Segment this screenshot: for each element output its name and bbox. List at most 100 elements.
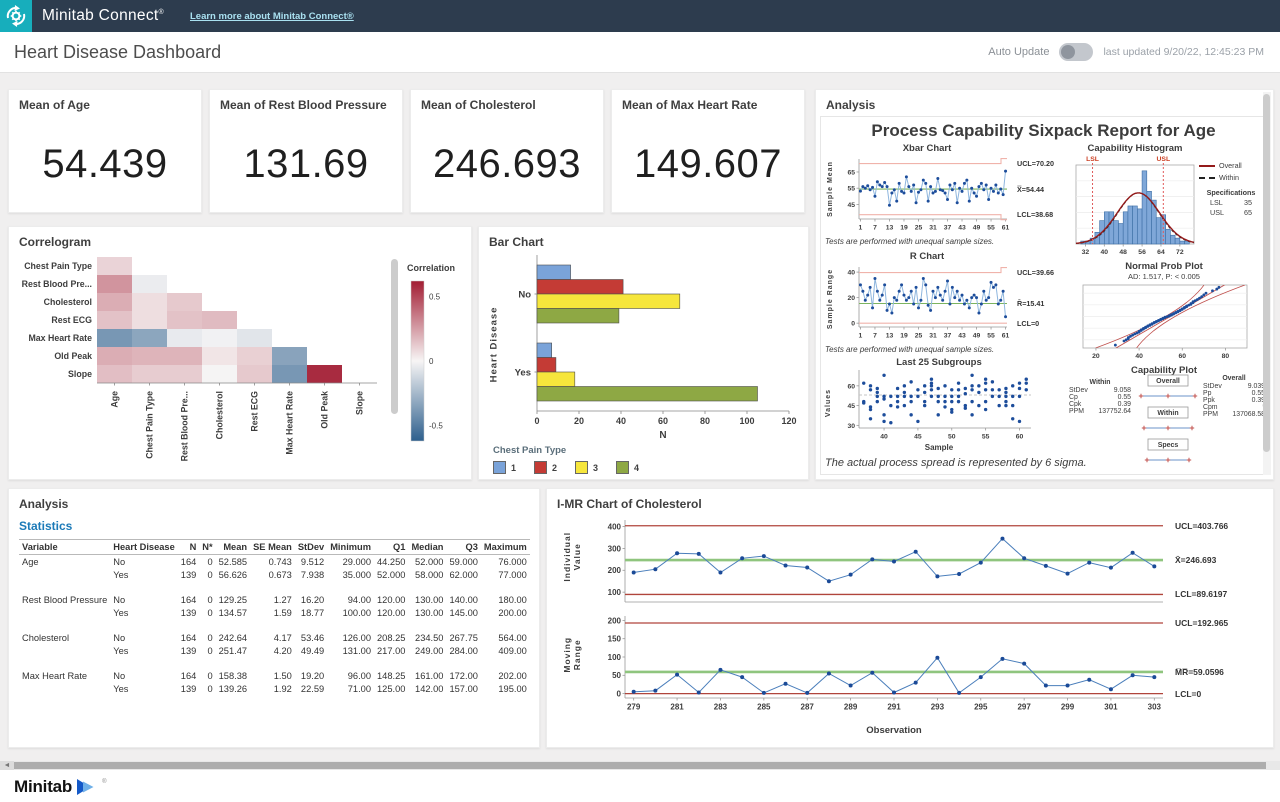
sync-gear-icon [4,4,28,28]
xbar-note: Tests are performed with unequal sample … [825,237,994,246]
scrollbar-thumb[interactable] [1263,94,1270,452]
imr-xlabel: Observation [625,725,1163,736]
auto-update-label: Auto Update [988,46,1049,58]
page-footer: ◄ Minitab ® [0,761,1280,802]
svg-text:100: 100 [739,416,754,426]
spec-row: USL65 [1210,208,1252,217]
column-header: Maximum [481,540,530,555]
horizontal-scrollbar[interactable]: ◄ [0,761,1280,770]
svg-text:45: 45 [914,433,922,440]
svg-text:281: 281 [670,703,684,712]
kpi-card-mean-max-hr: Mean of Max Heart Rate 149.607 [611,89,805,213]
svg-text:55: 55 [987,224,995,231]
svg-text:43: 43 [958,332,966,339]
svg-text:303: 303 [1148,703,1162,712]
learn-more-link[interactable]: Learn more about Minitab Connect® [190,11,354,22]
svg-text:Rest Blood Pre...: Rest Blood Pre... [180,391,190,461]
auto-update-toggle[interactable] [1059,43,1093,61]
limit-label: LCL=38.68 [1017,210,1053,219]
svg-text:19: 19 [900,332,908,339]
svg-text:279: 279 [627,703,641,712]
legend-item-overall: Overall [1199,161,1263,170]
kpi-title: Mean of Age [19,98,90,112]
r-chart: 0204017131925313743495561UCL=39.66R̄=15.… [841,263,1091,341]
svg-text:0: 0 [429,357,434,366]
svg-text:295: 295 [974,703,988,712]
moving-range-chart: 0501001502002792812832852872892912932952… [591,611,1280,723]
svg-text:30: 30 [847,423,855,430]
table-row: AgeNo164052.5850.7439.51229.00044.25052.… [19,555,530,569]
capability-histogram: LSLUSL324048566472 [1073,153,1197,257]
svg-text:7: 7 [873,332,877,339]
column-header: Heart Disease [110,540,178,555]
legend-item-within: Within [1199,173,1263,182]
svg-text:100: 100 [608,653,622,662]
brand-title: Minitab Connect® [42,7,164,25]
svg-text:55: 55 [847,186,855,193]
svg-text:300: 300 [608,544,622,553]
table-row: Yes1390134.571.5918.77100.00120.00130.00… [19,606,530,619]
svg-text:60: 60 [847,383,855,390]
overall-line-swatch [1199,165,1215,167]
svg-text:56: 56 [1138,249,1146,256]
svg-text:50: 50 [612,671,621,680]
page-title: Heart Disease Dashboard [14,42,221,63]
column-header: SE Mean [250,540,295,555]
svg-text:49: 49 [973,332,981,339]
scroll-left-arrow-icon[interactable]: ◄ [0,761,14,770]
bar-chart-legend: Chest Pain Type 1234 [493,445,639,474]
last-updated-text: last updated 9/20/22, 12:45:23 PM [1103,46,1264,58]
svg-text:301: 301 [1104,703,1118,712]
column-header: StDev [295,540,327,555]
legend-title: Chest Pain Type [493,445,639,456]
svg-text:200: 200 [608,566,622,575]
svg-text:37: 37 [944,224,952,231]
svg-text:55: 55 [987,332,995,339]
svg-text:Slope: Slope [68,369,92,379]
top-navbar: Minitab Connect® Learn more about Minita… [0,0,1280,32]
legend-item: 3 [575,461,598,474]
stat-row: StDev9.058 [1069,387,1131,394]
scrollbar-thumb[interactable] [14,762,1266,769]
svg-text:19: 19 [900,224,908,231]
svg-text:293: 293 [931,703,945,712]
svg-text:299: 299 [1061,703,1075,712]
page-header: Heart Disease Dashboard Auto Update last… [0,32,1280,73]
svg-text:37: 37 [944,332,952,339]
panel-scrollbar[interactable] [1263,92,1271,475]
minitab-chevron-icon [76,778,98,796]
legend-item: 2 [534,461,557,474]
scrollbar-thumb[interactable] [391,259,398,414]
legend-item: 4 [616,461,639,474]
column-header: Q1 [374,540,408,555]
svg-text:USL: USL [1157,156,1171,163]
svg-text:20: 20 [847,295,855,302]
svg-text:200: 200 [608,616,622,625]
statistics-section-title: Statistics [19,519,72,533]
stat-row: Ppk0.39 [1203,397,1265,404]
panel-title: Analysis [826,98,875,112]
hist-legend: Overall Within Specifications LSL35USL65 [1199,161,1263,217]
sixpack-footnote: The actual process spread is represented… [825,457,1087,469]
svg-text:43: 43 [958,224,966,231]
stat-row: Pp0.55 [1203,390,1265,397]
svg-text:64: 64 [1157,249,1165,256]
panel-title: I-MR Chart of Cholesterol [557,497,702,511]
sixpack-analysis-panel: Analysis Process Capability Sixpack Repo… [815,89,1274,480]
overall-stats: Overall StDev9.039Pp0.55Ppk0.39Cpm*PPM13… [1203,375,1265,418]
svg-text:Chest Pain Type: Chest Pain Type [145,391,155,459]
svg-text:Chest Pain Type: Chest Pain Type [24,261,92,271]
stat-row: StDev9.039 [1203,383,1265,390]
svg-text:13: 13 [886,224,894,231]
correlogram-panel: Correlogram Chest Pain TypeRest Blood Pr… [8,226,472,480]
prob-title: Normal Prob Plot [1073,261,1255,272]
svg-text:1: 1 [859,332,863,339]
svg-text:Correlation: Correlation [407,263,455,273]
svg-text:61: 61 [1002,224,1010,231]
svg-text:285: 285 [757,703,771,712]
svg-text:150: 150 [608,635,622,644]
svg-text:45: 45 [847,403,855,410]
kpi-value: 149.607 [612,142,804,187]
bar-ylabel: Heart Disease [490,289,501,399]
svg-text:Within: Within [1157,410,1178,417]
